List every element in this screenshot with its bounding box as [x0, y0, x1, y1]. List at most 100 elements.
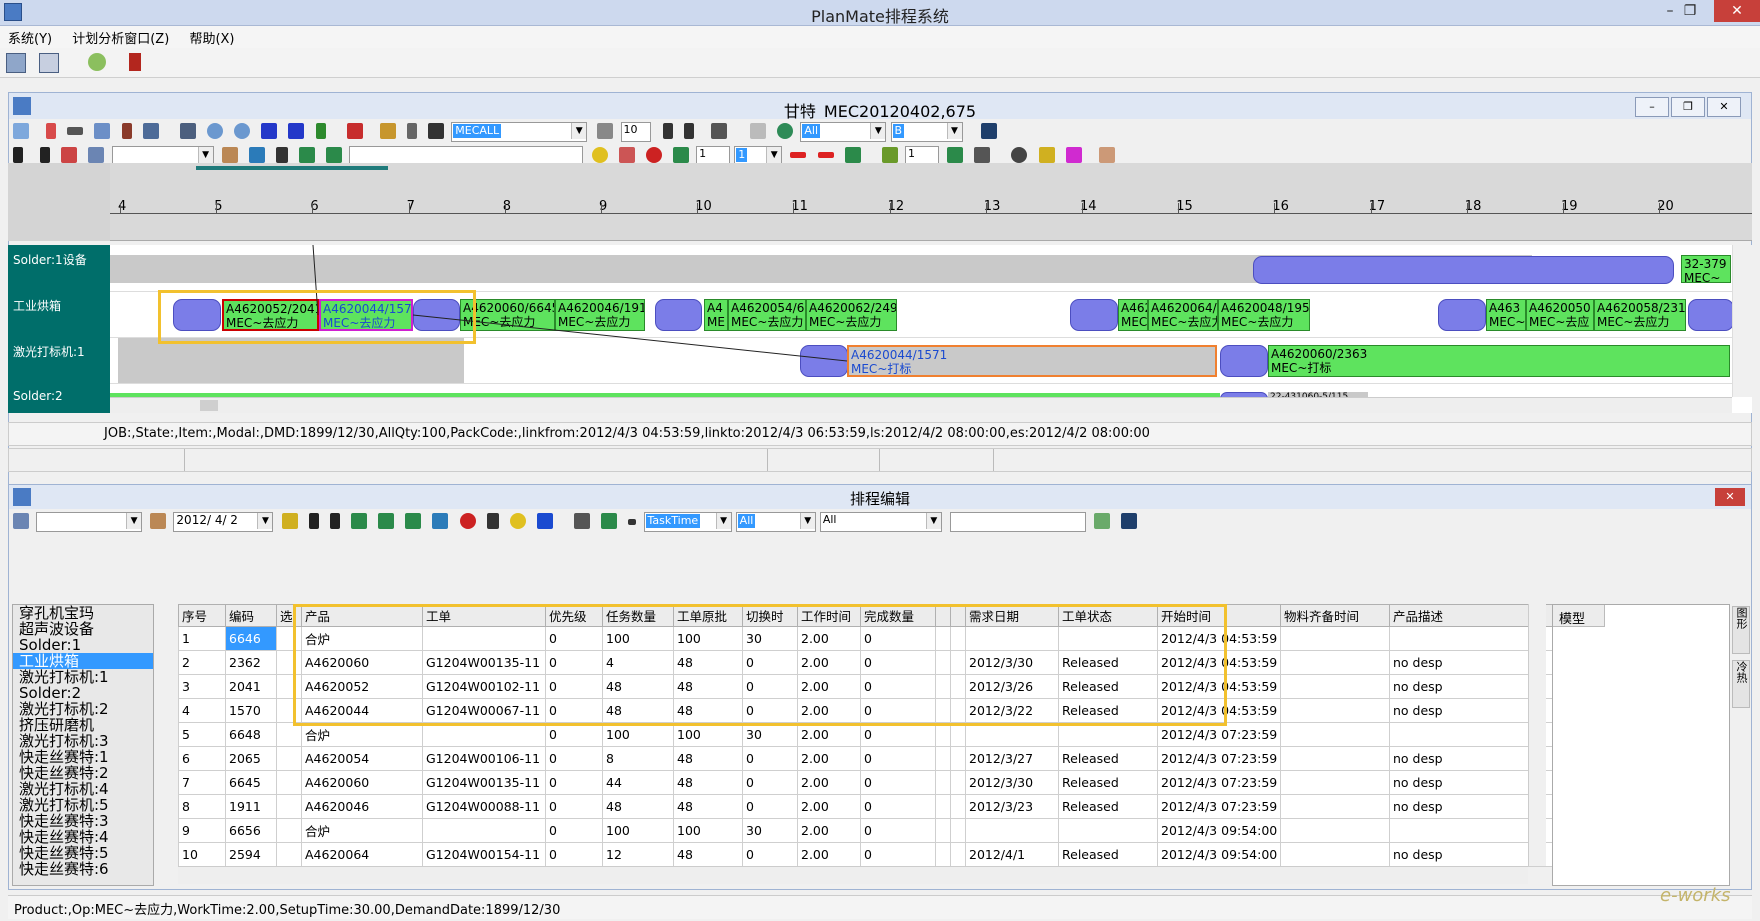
- table-cell[interactable]: Released: [1058, 698, 1158, 723]
- print-icon[interactable]: [597, 123, 614, 139]
- play-icon[interactable]: [13, 147, 23, 163]
- tree-view-icon[interactable]: [39, 53, 60, 73]
- table-cell[interactable]: 2012/3/22: [965, 698, 1059, 723]
- table-cell[interactable]: 1: [178, 626, 226, 651]
- layout-icon[interactable]: [142, 123, 159, 139]
- table-hscroll[interactable]: [178, 866, 1528, 884]
- table-cell[interactable]: 48: [602, 794, 674, 819]
- resource-list-item[interactable]: 快走丝赛特:3: [13, 813, 153, 829]
- table-row[interactable]: 7 6645 A4620060 G1204W00135-11 0 44 48 0 2.00 0 20…: [178, 770, 1617, 795]
- date-picker[interactable]: 2012/ 4/ 2 ▼: [173, 512, 274, 532]
- table-cell[interactable]: A4620060: [301, 770, 423, 795]
- table-cell[interactable]: [935, 650, 951, 675]
- table-cell[interactable]: [965, 722, 1059, 747]
- table-cell[interactable]: 0: [860, 674, 936, 699]
- zoom-in-icon[interactable]: [206, 123, 223, 139]
- table-cell[interactable]: 0: [545, 674, 603, 699]
- help-icon[interactable]: [346, 123, 363, 139]
- table-cell[interactable]: G1204W00067-11: [422, 698, 546, 723]
- table-cell[interactable]: [276, 818, 302, 843]
- table-icon[interactable]: [432, 513, 449, 529]
- export-icon[interactable]: [1098, 147, 1115, 163]
- mecall-combo[interactable]: MECALL ▼: [451, 122, 588, 142]
- resource-list-item[interactable]: 穿孔机宝玛: [13, 605, 153, 621]
- rotate-icon[interactable]: [1011, 147, 1028, 163]
- table-icon[interactable]: [248, 147, 265, 163]
- table-cell[interactable]: [950, 650, 966, 675]
- number-field[interactable]: 10: [620, 122, 651, 142]
- undo-icon[interactable]: [881, 147, 898, 163]
- table-row[interactable]: 10 2594 A4620064 G1204W00154-11 0 12 48 0 2.00 0 2…: [178, 842, 1617, 867]
- table-cell[interactable]: 2.00: [797, 842, 861, 867]
- table-cell[interactable]: [1280, 746, 1390, 771]
- resource-list-item[interactable]: Solder:1: [13, 637, 153, 653]
- chain-icon[interactable]: [672, 147, 689, 163]
- table-row[interactable]: 3 2041 A4620052 G1204W00102-11 0 48 48 0 2.00 0 20…: [178, 674, 1617, 699]
- menu-analysis-window[interactable]: 计划分析窗口(Z): [64, 26, 177, 47]
- merge-icon[interactable]: [299, 147, 316, 163]
- column-header[interactable]: [950, 604, 966, 627]
- forward-icon[interactable]: [947, 147, 964, 163]
- table-cell[interactable]: 合炉: [301, 626, 423, 651]
- table-cell[interactable]: 2012/4/3 07:23:59: [1157, 722, 1281, 747]
- column-header[interactable]: 编码: [225, 604, 277, 627]
- column-header[interactable]: 工单: [422, 604, 546, 627]
- table-row[interactable]: 2 2362 A4620060 G1204W00135-11 0 4 48 0 2.00 0 201…: [178, 650, 1617, 675]
- table-cell[interactable]: 2012/3/23: [965, 794, 1059, 819]
- table-cell[interactable]: 0: [860, 794, 936, 819]
- table-cell[interactable]: [1280, 698, 1390, 723]
- column-header[interactable]: 工作时间: [797, 604, 861, 627]
- edit-filter-combo[interactable]: ▼: [36, 512, 143, 532]
- table-cell[interactable]: 2: [178, 650, 226, 675]
- table-cell[interactable]: 0: [742, 650, 798, 675]
- table-cell[interactable]: Released: [1058, 674, 1158, 699]
- table-cell[interactable]: 48: [602, 674, 674, 699]
- close-button[interactable]: ✕: [1714, 0, 1760, 22]
- table-cell[interactable]: [950, 770, 966, 795]
- stack-icon[interactable]: [379, 123, 396, 139]
- table-cell[interactable]: 0: [742, 770, 798, 795]
- column-header[interactable]: 需求日期: [965, 604, 1059, 627]
- swap-icon[interactable]: [844, 147, 861, 163]
- grid-view-icon[interactable]: [6, 53, 26, 73]
- menu-help[interactable]: 帮助(X): [181, 26, 242, 47]
- table-cell[interactable]: 0: [860, 746, 936, 771]
- table-cell[interactable]: 0: [742, 674, 798, 699]
- table-row[interactable]: 9 6656 合炉 0 100 100 30 2.00 0 2012/4/3 09:54:00: [178, 818, 1617, 843]
- table-cell[interactable]: [1280, 722, 1390, 747]
- lock-icon[interactable]: [486, 513, 499, 529]
- table-cell[interactable]: [935, 770, 951, 795]
- table-cell[interactable]: 0: [860, 722, 936, 747]
- table-cell[interactable]: 2012/4/3 07:23:59: [1157, 794, 1281, 819]
- table-cell[interactable]: 0: [545, 650, 603, 675]
- maximize-button[interactable]: ❐: [1670, 0, 1710, 22]
- arrow-right-icon[interactable]: [817, 152, 834, 158]
- table-cell[interactable]: [422, 722, 546, 747]
- edit-close-button[interactable]: ✕: [1715, 488, 1745, 506]
- table-row[interactable]: 5 6648 合炉 0 100 100 30 2.00 0 2012/4/3 07:23:59: [178, 722, 1617, 747]
- all-combo[interactable]: All ▼: [800, 122, 887, 142]
- column-header[interactable]: [935, 604, 951, 627]
- open-icon[interactable]: [88, 53, 107, 71]
- grid-lines-icon[interactable]: [618, 147, 635, 163]
- monitor-small-icon[interactable]: [88, 147, 105, 163]
- table-cell[interactable]: 30: [742, 626, 798, 651]
- gallery-icon[interactable]: [974, 147, 991, 163]
- table-cell[interactable]: 48: [602, 698, 674, 723]
- table-cell[interactable]: G1204W00088-11: [422, 794, 546, 819]
- table-cell[interactable]: 0: [860, 650, 936, 675]
- split-green-icon[interactable]: [378, 513, 395, 529]
- table-cell[interactable]: 2012/4/3 04:53:59: [1157, 626, 1281, 651]
- table-cell[interactable]: G1204W00154-11: [422, 842, 546, 867]
- monitor-icon[interactable]: [1121, 513, 1138, 529]
- pin-icon[interactable]: [281, 513, 298, 529]
- table-row[interactable]: 4 1570 A4620044 G1204W00067-11 0 48 48 0 2.00 0 20…: [178, 698, 1617, 723]
- table-cell[interactable]: 0: [545, 818, 603, 843]
- side-tab-heat[interactable]: 冷热: [1732, 660, 1750, 708]
- table-cell[interactable]: [935, 698, 951, 723]
- table-cell[interactable]: 0: [545, 698, 603, 723]
- menu-system[interactable]: 系统(Y): [0, 26, 60, 47]
- monitor-icon[interactable]: [980, 123, 997, 139]
- table-cell[interactable]: 0: [545, 626, 603, 651]
- table-cell[interactable]: 48: [673, 698, 743, 723]
